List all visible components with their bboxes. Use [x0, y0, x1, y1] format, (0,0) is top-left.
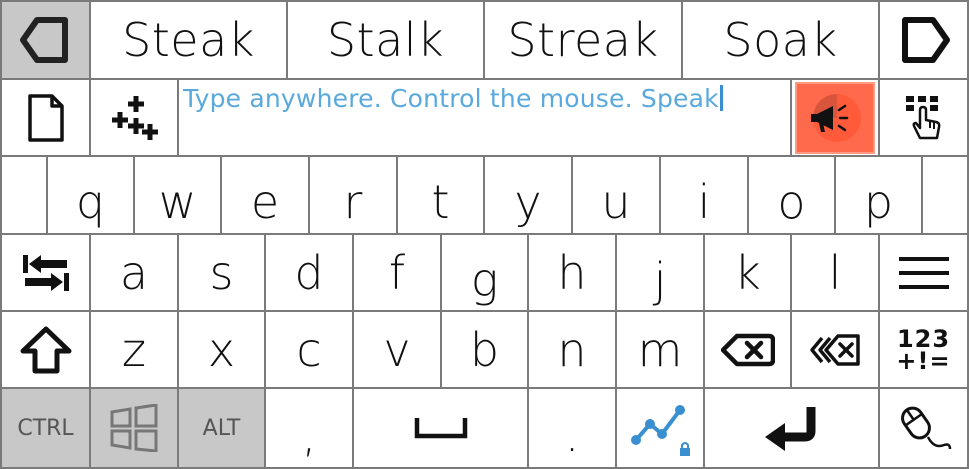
- add-sparkle-icon: [112, 95, 158, 140]
- windows-key[interactable]: [91, 389, 177, 467]
- tab-key[interactable]: [2, 235, 89, 310]
- key-s[interactable]: s: [179, 235, 264, 310]
- period-key[interactable]: .: [529, 389, 615, 467]
- back-button[interactable]: [2, 2, 89, 78]
- keypad-button[interactable]: [880, 80, 967, 155]
- speak-button[interactable]: [792, 80, 878, 155]
- input-placeholder: Type anywhere. Control the mouse. Speak: [183, 84, 719, 113]
- key-t[interactable]: t: [398, 157, 483, 233]
- suggestion-2[interactable]: Stalk: [288, 2, 483, 78]
- suggestion-4[interactable]: Soak: [683, 2, 878, 78]
- mouse-icon: [900, 406, 951, 450]
- tab-arrows-icon: [22, 254, 69, 291]
- key-b[interactable]: b: [442, 312, 527, 387]
- mouse-key[interactable]: [880, 389, 967, 467]
- text-caret: [719, 85, 723, 111]
- windows-logo-icon: [110, 404, 158, 452]
- key-l[interactable]: l: [792, 235, 878, 310]
- megaphone-icon: [811, 93, 861, 142]
- shift-key[interactable]: [2, 312, 89, 387]
- forward-arrow-icon: [901, 17, 950, 63]
- key-w[interactable]: w: [135, 157, 220, 233]
- shift-arrow-icon: [20, 326, 71, 373]
- suggestion-1[interactable]: Steak: [91, 2, 286, 78]
- text-input[interactable]: Type anywhere. Control the mouse. Speak: [179, 80, 790, 155]
- row1-left-spacer: [2, 157, 46, 233]
- key-g[interactable]: g: [442, 235, 527, 310]
- lock-icon: [680, 442, 690, 456]
- key-d[interactable]: d: [266, 235, 352, 310]
- key-a[interactable]: a: [91, 235, 177, 310]
- key-n[interactable]: n: [529, 312, 615, 387]
- space-key[interactable]: [354, 389, 527, 467]
- key-v[interactable]: v: [354, 312, 440, 387]
- key-y[interactable]: y: [485, 157, 571, 233]
- key-p[interactable]: p: [836, 157, 921, 233]
- ctrl-key[interactable]: CTRL: [2, 389, 89, 467]
- key-i[interactable]: i: [661, 157, 747, 233]
- comma-key[interactable]: ,: [266, 389, 352, 467]
- add-button[interactable]: [91, 80, 177, 155]
- key-e[interactable]: e: [222, 157, 308, 233]
- key-j[interactable]: j: [617, 235, 703, 310]
- forward-button[interactable]: [880, 2, 967, 78]
- on-screen-keyboard: Steak Stalk Streak Soak Type anywhere. C…: [0, 0, 969, 469]
- key-c[interactable]: c: [266, 312, 352, 387]
- key-x[interactable]: x: [179, 312, 264, 387]
- key-u[interactable]: u: [573, 157, 659, 233]
- key-m[interactable]: m: [617, 312, 703, 387]
- hamburger-menu-icon: [898, 256, 949, 289]
- key-h[interactable]: h: [529, 235, 615, 310]
- row1-right-spacer: [923, 157, 967, 233]
- key-k[interactable]: k: [705, 235, 790, 310]
- back-arrow-icon: [19, 17, 68, 63]
- backspace-icon: [720, 333, 775, 366]
- swipe-key[interactable]: [617, 389, 703, 467]
- key-q[interactable]: q: [48, 157, 133, 233]
- keypad-touch-icon: [905, 95, 940, 139]
- delete-word-icon: [810, 333, 860, 366]
- numbers-key-bottom: +!=: [896, 346, 951, 375]
- space-bar-icon: [414, 418, 467, 439]
- enter-arrow-icon: [764, 407, 815, 451]
- key-z[interactable]: z: [91, 312, 177, 387]
- key-r[interactable]: r: [310, 157, 396, 233]
- backspace-key[interactable]: [705, 312, 790, 387]
- document-icon: [27, 93, 64, 142]
- swipe-path-icon: [631, 405, 690, 456]
- delete-word-key[interactable]: [792, 312, 878, 387]
- numbers-key[interactable]: 123 +!=: [880, 312, 967, 387]
- document-button[interactable]: [2, 80, 89, 155]
- speak-highlight: [795, 81, 875, 154]
- key-o[interactable]: o: [749, 157, 834, 233]
- key-f[interactable]: f: [354, 235, 440, 310]
- suggestion-3[interactable]: Streak: [485, 2, 681, 78]
- enter-key[interactable]: [705, 389, 878, 467]
- alt-key[interactable]: ALT: [179, 389, 264, 467]
- menu-key[interactable]: [880, 235, 967, 310]
